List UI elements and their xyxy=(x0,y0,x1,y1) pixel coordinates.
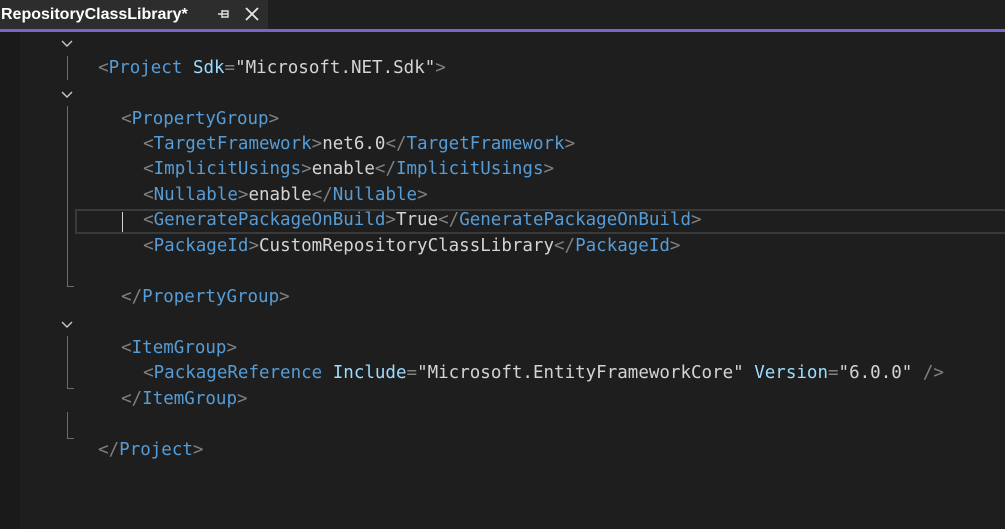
close-icon[interactable] xyxy=(243,5,261,23)
tag-name: PackageId xyxy=(575,236,670,256)
bracket: > xyxy=(669,236,681,256)
bracket: < xyxy=(98,58,109,78)
document-tab[interactable]: RepositoryClassLibrary* xyxy=(0,0,268,29)
bracket: > xyxy=(691,210,702,230)
bracket: </ xyxy=(121,389,143,409)
bracket: > xyxy=(192,440,204,460)
attribute-name: Sdk xyxy=(192,58,225,78)
bracket: > xyxy=(543,159,555,179)
tab-title[interactable]: RepositoryClassLibrary* xyxy=(0,6,188,24)
tag-name: Project xyxy=(119,440,193,460)
bracket: > xyxy=(564,134,576,154)
equals: = xyxy=(828,363,839,383)
tab-bar: RepositoryClassLibrary* xyxy=(0,0,1005,29)
attribute-name: Include xyxy=(332,363,407,383)
pin-icon[interactable] xyxy=(216,6,232,22)
bracket: </ xyxy=(121,287,143,307)
code-line-package-reference: <PackageReference Include="Microsoft.Ent… xyxy=(122,336,944,383)
collapse-chevron-icon[interactable] xyxy=(61,319,73,331)
outline-guide-project xyxy=(67,56,68,80)
code-line-package-id[interactable]: <PackageId>CustomRepositoryClassLibrary<… xyxy=(122,209,680,256)
self-closing-bracket: /> xyxy=(922,363,944,383)
equals: = xyxy=(224,58,236,78)
code-line-project-close: </Project> xyxy=(77,413,203,460)
outline-guide-end xyxy=(67,286,74,287)
code-line-generate-package: <GeneratePackageOnBuild>True</GeneratePa… xyxy=(122,183,701,230)
editor-gutter xyxy=(0,32,20,529)
outline-guide-project-close xyxy=(67,412,68,438)
code-line-target-framework: <TargetFramework>net6.0</TargetFramework… xyxy=(122,107,575,154)
code-line-itemgroup-open: <ItemGroup> xyxy=(100,311,237,358)
equals: = xyxy=(406,363,418,383)
element-text: CustomRepositoryClassLibrary xyxy=(259,236,555,256)
tag-name: PropertyGroup xyxy=(142,287,280,307)
bracket: </ xyxy=(554,236,576,256)
collapse-chevron-icon[interactable] xyxy=(61,89,73,101)
bracket: < xyxy=(143,236,154,256)
attribute-name: Version xyxy=(754,363,828,383)
tag-name: PackageId xyxy=(153,236,249,256)
code-line-propertygroup-open: <PropertyGroup> xyxy=(100,82,279,129)
attribute-value: "Microsoft.EntityFrameworkCore" xyxy=(417,363,744,383)
outline-guide-propertygroup xyxy=(67,106,68,286)
attribute-value: "6.0.0" xyxy=(838,363,913,383)
code-line-implicit-usings: <ImplicitUsings>enable</ImplicitUsings> xyxy=(122,132,554,179)
code-line-itemgroup-close: </ItemGroup> xyxy=(100,362,247,409)
outline-guide-end xyxy=(67,388,74,389)
code-line-propertygroup-close: </PropertyGroup> xyxy=(100,260,290,307)
outline-guide-end xyxy=(67,438,74,439)
bracket: > xyxy=(435,58,446,78)
outline-guide-itemgroup xyxy=(67,336,68,388)
bracket: > xyxy=(279,287,290,307)
code-line-nullable: <Nullable>enable</Nullable> xyxy=(122,158,428,205)
tag-name: ItemGroup xyxy=(142,389,237,409)
bracket: > xyxy=(236,389,248,409)
attribute-value: "Microsoft.NET.Sdk" xyxy=(235,58,436,78)
collapse-chevron-icon[interactable] xyxy=(61,38,73,50)
bracket: </ xyxy=(98,440,120,460)
code-line-project-open: <Project Sdk="Microsoft.NET.Sdk"> xyxy=(77,31,446,78)
tag-name: Project xyxy=(108,58,183,78)
bracket: > xyxy=(248,236,259,256)
